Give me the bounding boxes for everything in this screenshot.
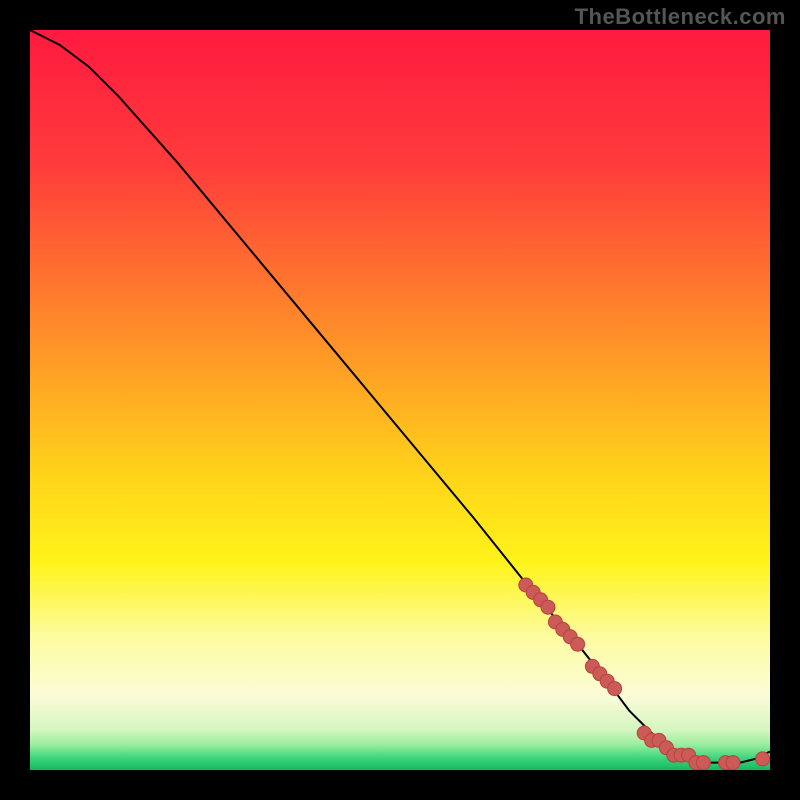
- highlight-point: [541, 600, 555, 614]
- plot-svg: [30, 30, 770, 770]
- highlight-point: [608, 682, 622, 696]
- highlight-point: [571, 637, 585, 651]
- highlight-point: [726, 756, 740, 770]
- watermark-text: TheBottleneck.com: [575, 4, 786, 30]
- highlight-point: [696, 756, 710, 770]
- chart-container: TheBottleneck.com: [0, 0, 800, 800]
- plot-area: [30, 30, 770, 770]
- gradient-background: [30, 30, 770, 770]
- highlight-point: [756, 752, 770, 766]
